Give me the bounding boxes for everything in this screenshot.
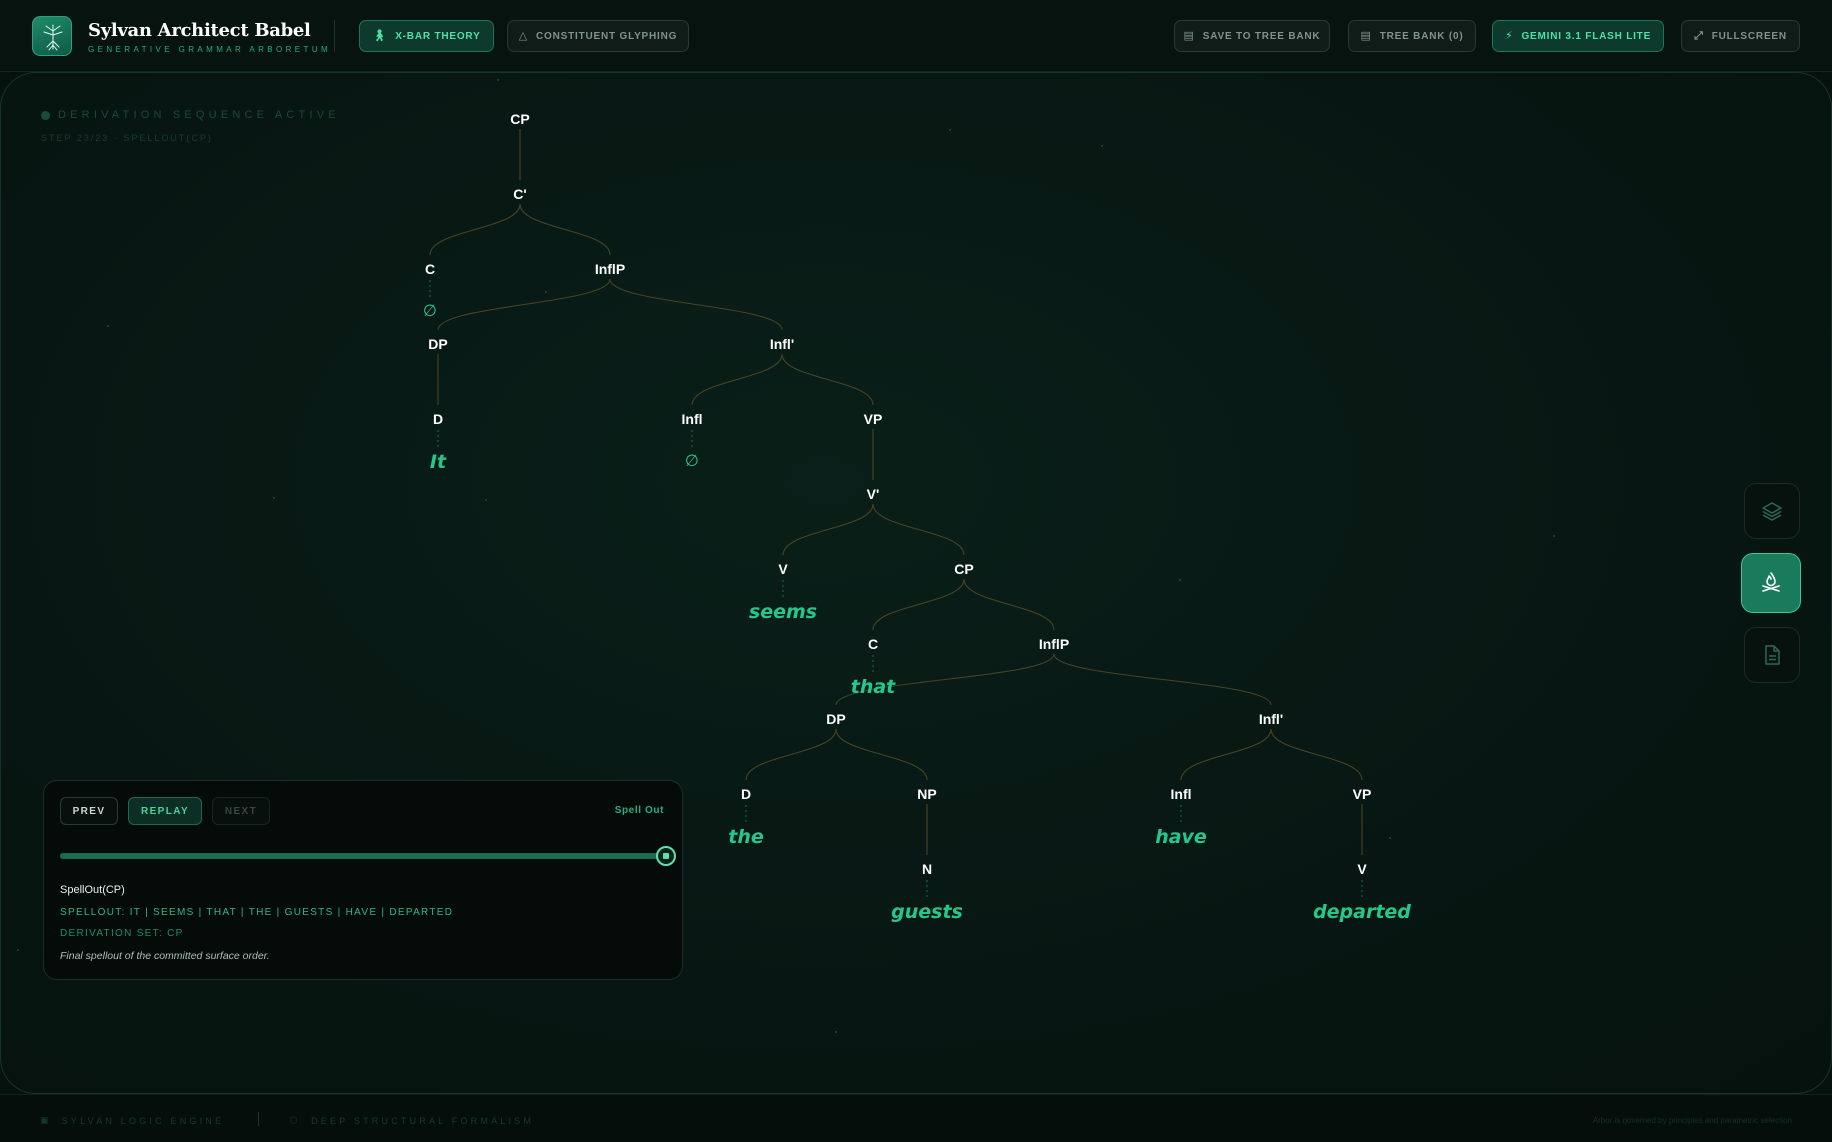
tree-edge bbox=[691, 353, 783, 406]
tree-node-cp[interactable]: CP bbox=[510, 111, 529, 127]
step-description: Final spellout of the committed surface … bbox=[60, 950, 270, 962]
lexical-item[interactable]: seems bbox=[749, 601, 817, 623]
tree-node-cp[interactable]: CP bbox=[954, 561, 973, 577]
tree-bank-button[interactable]: ▤ Tree Bank (0) bbox=[1348, 20, 1476, 52]
step-slider-fill bbox=[60, 853, 666, 859]
bolt-icon: ⚡︎ bbox=[1504, 29, 1514, 42]
lexical-item[interactable]: the bbox=[728, 826, 764, 848]
tree-node-infl[interactable]: Infl bbox=[1171, 786, 1192, 802]
step-name: SpellOut(CP) bbox=[60, 884, 125, 896]
tree-node-infl-bar[interactable]: Infl' bbox=[1259, 711, 1283, 727]
tree-edge bbox=[781, 353, 874, 406]
lexical-item[interactable]: guests bbox=[891, 901, 963, 923]
layers-icon bbox=[1762, 502, 1782, 521]
tree-edge bbox=[437, 278, 611, 331]
tree-node-dp[interactable]: DP bbox=[826, 711, 845, 727]
tree-node-inflp[interactable]: InflP bbox=[1039, 636, 1069, 652]
tree-edge bbox=[1180, 728, 1272, 781]
campfire-icon bbox=[1762, 572, 1780, 592]
tree-edge bbox=[963, 578, 1055, 631]
engine-icon: ▣ bbox=[40, 1115, 52, 1125]
fullscreen-button[interactable]: ⤢ Fullscreen bbox=[1681, 20, 1800, 52]
tab-x-bar-theory[interactable]: 🚶︎ X-Bar Theory bbox=[359, 20, 494, 52]
tab-constituent-glyphing[interactable]: △ Constituent Glyphing bbox=[507, 20, 689, 52]
campfire-button[interactable] bbox=[1741, 553, 1801, 613]
tree-node-c[interactable]: C bbox=[868, 636, 878, 652]
tab-label: Constituent Glyphing bbox=[536, 30, 678, 42]
tree-node-d[interactable]: D bbox=[741, 786, 751, 802]
tree-node-dp[interactable]: DP bbox=[428, 336, 447, 352]
tree-node-v[interactable]: V bbox=[1357, 861, 1367, 877]
derivation-control-panel: Prev Replay Next Spell Out SpellOut(CP) … bbox=[43, 780, 683, 980]
tree-node-vp[interactable]: VP bbox=[1353, 786, 1372, 802]
tree-edge bbox=[519, 203, 611, 256]
tree-node-infl-bar[interactable]: Infl' bbox=[770, 336, 794, 352]
prev-button[interactable]: Prev bbox=[60, 797, 118, 825]
lexical-item[interactable]: It bbox=[430, 451, 447, 473]
footer-divider bbox=[258, 1112, 259, 1126]
derivation-set-text: Derivation Set: CP bbox=[60, 928, 184, 939]
button-label: Tree Bank (0) bbox=[1379, 30, 1464, 42]
footer-engine: ▣ Sylvan Logic Engine bbox=[40, 1115, 224, 1126]
null-element[interactable]: ∅ bbox=[423, 301, 437, 320]
lexical-item[interactable]: have bbox=[1155, 826, 1207, 848]
tree-edge bbox=[429, 203, 521, 256]
tree-node-v-bar[interactable]: V' bbox=[867, 486, 880, 502]
tree-node-inflp[interactable]: InflP bbox=[595, 261, 625, 277]
tree-edge bbox=[835, 728, 928, 781]
replay-button[interactable]: Replay bbox=[128, 797, 202, 825]
slider-thumb[interactable] bbox=[656, 846, 676, 866]
archive-icon: ▤ bbox=[1183, 29, 1195, 42]
button-label: Save to Tree Bank bbox=[1202, 30, 1321, 42]
null-element[interactable]: ∅ bbox=[685, 451, 699, 470]
tree-canvas[interactable]: Derivation Sequence Active Step 23/23 · … bbox=[0, 72, 1832, 1094]
footer-formalism: ⬡ Deep Structural Formalism bbox=[290, 1115, 534, 1126]
app-subtitle: Generative Grammar Arboretum bbox=[88, 45, 332, 54]
footer-formalism-label: Deep Structural Formalism bbox=[311, 1115, 535, 1126]
tree-node-c-bar[interactable]: C' bbox=[513, 186, 526, 202]
footer-engine-label: Sylvan Logic Engine bbox=[61, 1115, 225, 1126]
button-label: Fullscreen bbox=[1711, 30, 1787, 42]
spellout-text: Spellout: It | seems | that | the | gues… bbox=[60, 907, 454, 918]
app-footer: ▣ Sylvan Logic Engine ⬡ Deep Structural … bbox=[0, 1094, 1832, 1142]
lexical-item[interactable]: that bbox=[851, 676, 896, 698]
tree-edge bbox=[782, 503, 874, 556]
button-label: Gemini 3.1 Flash Lite bbox=[1521, 30, 1652, 42]
footer-note: Arbor is governed by principles and para… bbox=[1592, 1116, 1792, 1125]
tree-node-n[interactable]: N bbox=[922, 861, 932, 877]
tree-edge bbox=[1270, 728, 1363, 781]
expand-icon: ⤢ bbox=[1694, 29, 1704, 42]
next-button[interactable]: Next bbox=[212, 797, 270, 825]
tree-node-infl[interactable]: Infl bbox=[682, 411, 703, 427]
header-divider bbox=[334, 20, 335, 52]
lexical-item[interactable]: departed bbox=[1313, 901, 1411, 923]
tree-edge bbox=[1053, 653, 1272, 706]
tree-node-vp[interactable]: VP bbox=[864, 411, 883, 427]
shield-icon: ⬡ bbox=[290, 1115, 302, 1125]
tree-edge bbox=[609, 278, 783, 331]
document-icon bbox=[1765, 645, 1780, 665]
person-icon: 🚶︎ bbox=[372, 29, 388, 42]
archive-icon: ▤ bbox=[1360, 29, 1372, 42]
app-title: Sylvan Architect Babel bbox=[88, 20, 311, 41]
app-header: Sylvan Architect Babel Generative Gramma… bbox=[0, 0, 1832, 72]
tab-label: X-Bar Theory bbox=[395, 30, 481, 42]
tree-logo-icon bbox=[32, 16, 72, 56]
layers-button[interactable] bbox=[1744, 483, 1800, 539]
document-button[interactable] bbox=[1744, 627, 1800, 683]
tree-node-v[interactable]: V bbox=[778, 561, 788, 577]
triangle-icon: △ bbox=[518, 29, 529, 42]
model-selector-button[interactable]: ⚡︎ Gemini 3.1 Flash Lite bbox=[1492, 20, 1664, 52]
mode-label: Spell Out bbox=[614, 805, 664, 816]
tree-node-np[interactable]: NP bbox=[917, 786, 936, 802]
tree-edge bbox=[872, 578, 965, 631]
tree-edge bbox=[872, 503, 965, 556]
step-slider[interactable] bbox=[60, 846, 676, 866]
tree-edge bbox=[745, 728, 837, 781]
save-to-tree-bank-button[interactable]: ▤ Save to Tree Bank bbox=[1174, 20, 1330, 52]
tree-node-c[interactable]: C bbox=[425, 261, 435, 277]
tree-node-d[interactable]: D bbox=[433, 411, 443, 427]
